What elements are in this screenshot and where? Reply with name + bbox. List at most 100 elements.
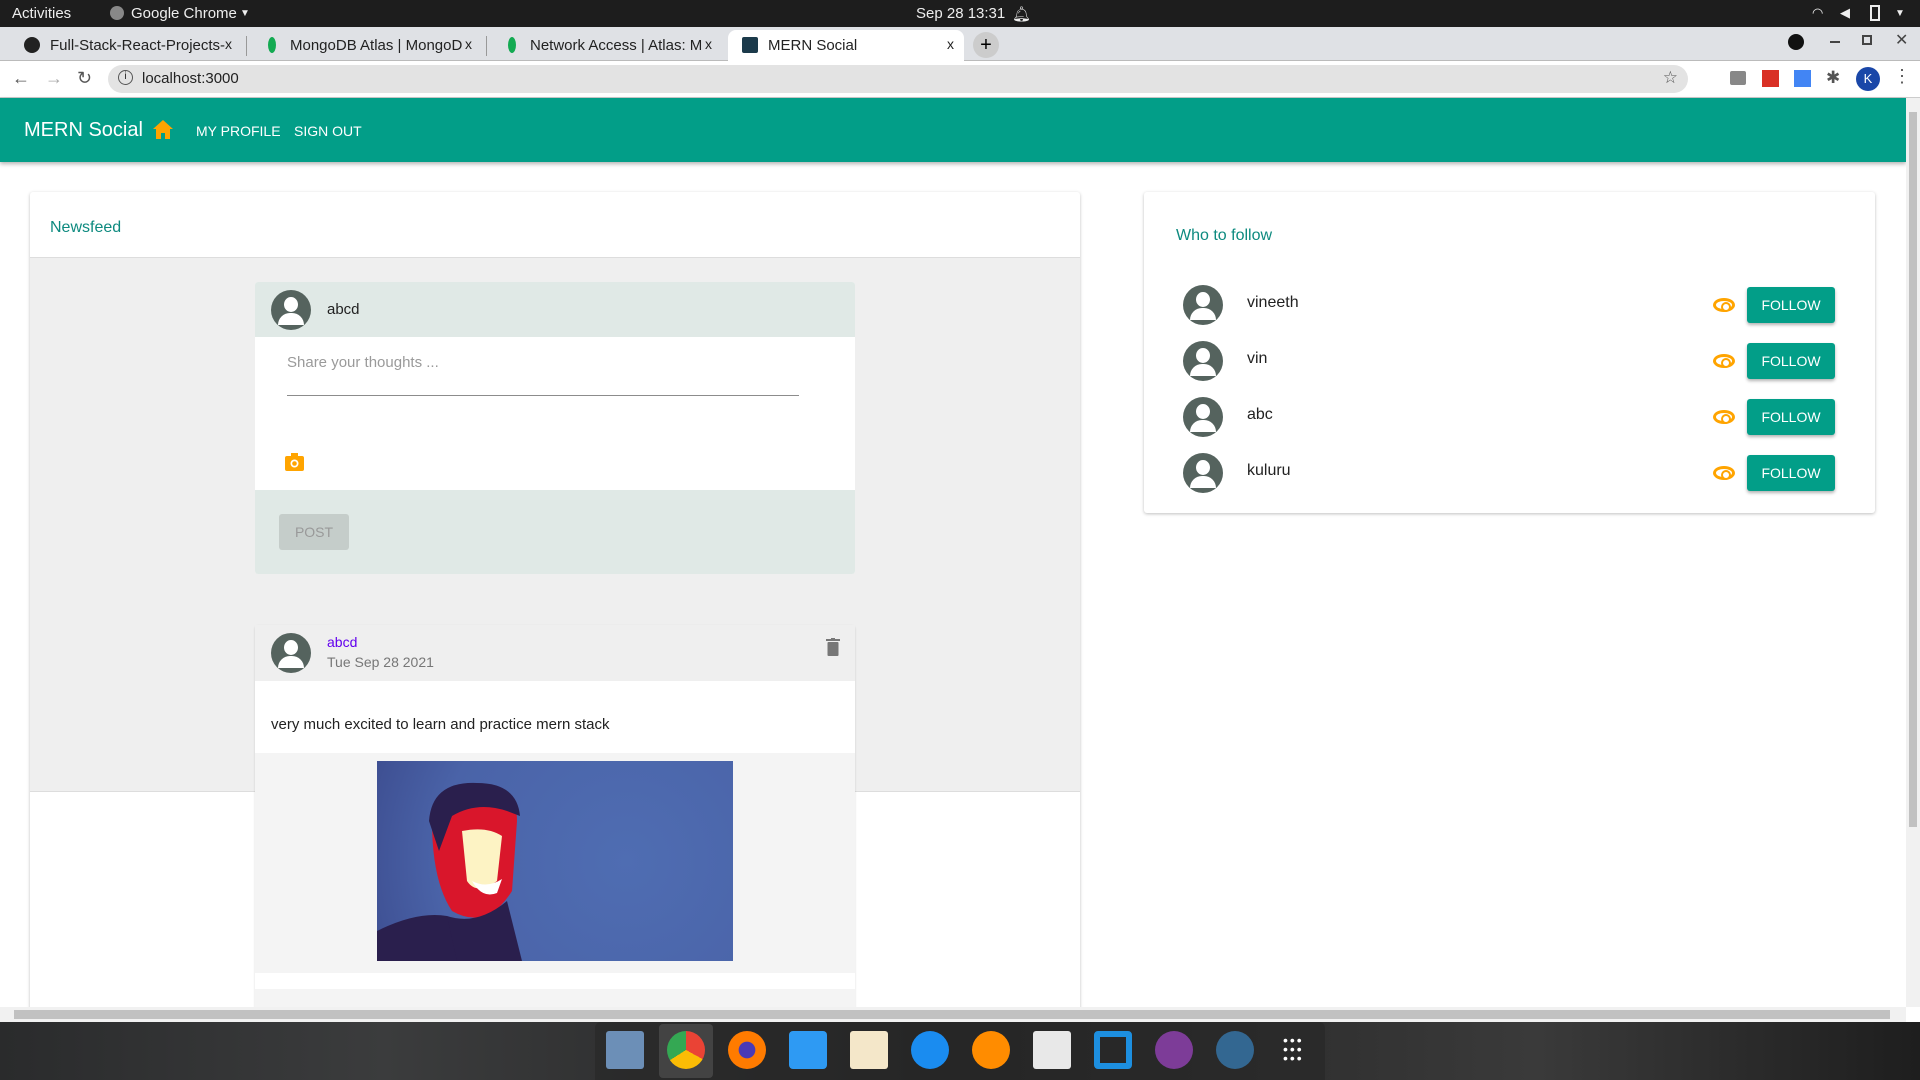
window-close-icon[interactable]: ✕ [1895, 30, 1908, 50]
avatar [1183, 285, 1223, 325]
my-profile-link[interactable]: MY PROFILE [196, 123, 281, 139]
sign-out-link[interactable]: SIGN OUT [294, 123, 362, 139]
close-icon[interactable]: x [225, 36, 232, 52]
notes-icon[interactable] [850, 1031, 888, 1069]
follow-button[interactable]: FOLLOW [1747, 343, 1835, 379]
tab-mongodb[interactable]: MongoDB Atlas | MongoD x [250, 30, 482, 61]
mongodb-leaf-icon [268, 37, 276, 53]
horizontal-scrollbar[interactable] [0, 1007, 1906, 1022]
post-card: abcd Tue Sep 28 2021 very much excited t… [255, 625, 855, 1032]
github-icon [24, 37, 40, 53]
close-icon[interactable]: x [947, 36, 954, 52]
view-profile-eye-icon[interactable] [1713, 410, 1735, 424]
composer-username: abcd [327, 301, 360, 318]
puzzle-icon[interactable]: ✱ [1826, 68, 1840, 88]
tab-search-icon[interactable] [1788, 34, 1804, 50]
app-bar: MERN Social MY PROFILE SIGN OUT [0, 98, 1906, 162]
tab-title: Full-Stack-React-Projects- [50, 37, 226, 54]
finder-icon[interactable] [789, 1031, 827, 1069]
close-icon[interactable]: x [465, 36, 472, 52]
tab-title: MERN Social [768, 37, 858, 54]
home-icon[interactable] [153, 120, 173, 139]
post-button[interactable]: POST [279, 514, 349, 550]
vscode-icon[interactable] [1094, 1031, 1132, 1069]
kebab-menu-icon[interactable]: ⋮ [1893, 66, 1911, 87]
vertical-scrollbar[interactable] [1906, 98, 1920, 1007]
address-bar-row: ← → ↻ i localhost:3000 ☆ ✱ K ⋮ [0, 61, 1920, 98]
battery-icon[interactable] [1870, 5, 1880, 21]
camera-icon[interactable] [285, 453, 304, 471]
who-to-follow-card: Who to follow vineeth FOLLOW vin FOLLOW … [1144, 192, 1875, 513]
chrome-dock-icon[interactable] [667, 1031, 705, 1069]
user-name[interactable]: vineeth [1247, 294, 1299, 312]
scrollbar-thumb[interactable] [1909, 112, 1917, 827]
view-profile-eye-icon[interactable] [1713, 466, 1735, 480]
tab-network-access[interactable]: Network Access | Atlas: Mx [490, 30, 722, 61]
reload-icon[interactable]: ↻ [77, 68, 92, 89]
newsfeed-card: Newsfeed abcd Share your thoughts ... PO… [30, 192, 1080, 1032]
extension-red-icon[interactable] [1762, 70, 1779, 87]
url-input[interactable]: i localhost:3000 ☆ [108, 65, 1688, 93]
view-profile-eye-icon[interactable] [1713, 298, 1735, 312]
firefox-icon[interactable] [728, 1031, 766, 1069]
screenshot-app-icon[interactable] [606, 1031, 644, 1069]
back-icon[interactable]: ← [12, 68, 30, 89]
follow-button[interactable]: FOLLOW [1747, 399, 1835, 435]
post-date: Tue Sep 28 2021 [327, 654, 434, 670]
list-item[interactable]: abc FOLLOW [1144, 389, 1875, 445]
tab-title: Network Access | Atlas: M [530, 37, 703, 54]
profile-avatar[interactable]: K [1856, 67, 1880, 91]
follow-button[interactable]: FOLLOW [1747, 287, 1835, 323]
tab-title: MongoDB Atlas | MongoD [290, 37, 463, 54]
minimize-icon[interactable] [1830, 41, 1840, 43]
tab-mern-social[interactable]: MERN Social x [728, 30, 964, 61]
extension-blue-icon[interactable] [1794, 70, 1811, 87]
app-menu[interactable]: Google Chrome [131, 5, 237, 22]
chevron-down-icon: ▼ [240, 8, 250, 19]
camera-extension-icon[interactable] [1730, 71, 1746, 85]
brand-title: MERN Social [24, 119, 143, 141]
avatar [1183, 453, 1223, 493]
info-icon[interactable]: i [118, 70, 133, 85]
list-item[interactable]: vin FOLLOW [1144, 333, 1875, 389]
close-icon[interactable]: x [705, 36, 712, 52]
post-text-input[interactable]: Share your thoughts ... [287, 354, 799, 396]
star-icon[interactable]: ☆ [1663, 68, 1678, 88]
new-post-card: abcd Share your thoughts ... POST [255, 282, 855, 574]
user-name[interactable]: kuluru [1247, 462, 1291, 480]
tab-strip: Full-Stack-React-Projects-x MongoDB Atla… [0, 27, 1920, 61]
list-item[interactable]: vineeth FOLLOW [1144, 277, 1875, 333]
github-desktop-icon[interactable] [1155, 1031, 1193, 1069]
avatar [1183, 397, 1223, 437]
forward-icon[interactable]: → [45, 68, 63, 89]
os-top-bar: Activities Google Chrome ▼ Sep 28 13:31 … [0, 0, 1920, 27]
app-store-icon[interactable] [911, 1031, 949, 1069]
user-name[interactable]: vin [1247, 350, 1267, 368]
avatar [271, 633, 311, 673]
books-icon[interactable] [972, 1031, 1010, 1069]
activities-button[interactable]: Activities [12, 5, 71, 22]
new-tab-button[interactable]: + [973, 32, 999, 58]
view-profile-eye-icon[interactable] [1713, 354, 1735, 368]
list-item[interactable]: kuluru FOLLOW [1144, 445, 1875, 501]
tab-github[interactable]: Full-Stack-React-Projects-x [10, 30, 242, 61]
restore-icon[interactable] [1862, 35, 1872, 45]
show-apps-grid-icon[interactable]: ••• ••• ••• [1283, 1033, 1304, 1065]
text-editor-icon[interactable] [1033, 1031, 1071, 1069]
wifi-icon[interactable]: ◠ [1812, 5, 1823, 21]
who-to-follow-title: Who to follow [1176, 227, 1273, 244]
chrome-icon [110, 6, 124, 20]
volume-icon[interactable]: ◀ [1840, 5, 1850, 21]
clock[interactable]: Sep 28 13:31 [916, 5, 1005, 22]
scrollbar-thumb[interactable] [14, 1010, 1890, 1019]
newsfeed-title: Newsfeed [30, 192, 1080, 258]
post-author-link[interactable]: abcd [327, 634, 357, 650]
postgresql-icon[interactable] [1216, 1031, 1254, 1069]
mongodb-leaf-icon [508, 37, 516, 53]
avatar [1183, 341, 1223, 381]
react-icon [742, 37, 758, 53]
user-name[interactable]: abc [1247, 406, 1273, 424]
system-menu-chevron-icon[interactable]: ▼ [1895, 8, 1905, 19]
delete-icon[interactable] [826, 638, 840, 656]
follow-button[interactable]: FOLLOW [1747, 455, 1835, 491]
